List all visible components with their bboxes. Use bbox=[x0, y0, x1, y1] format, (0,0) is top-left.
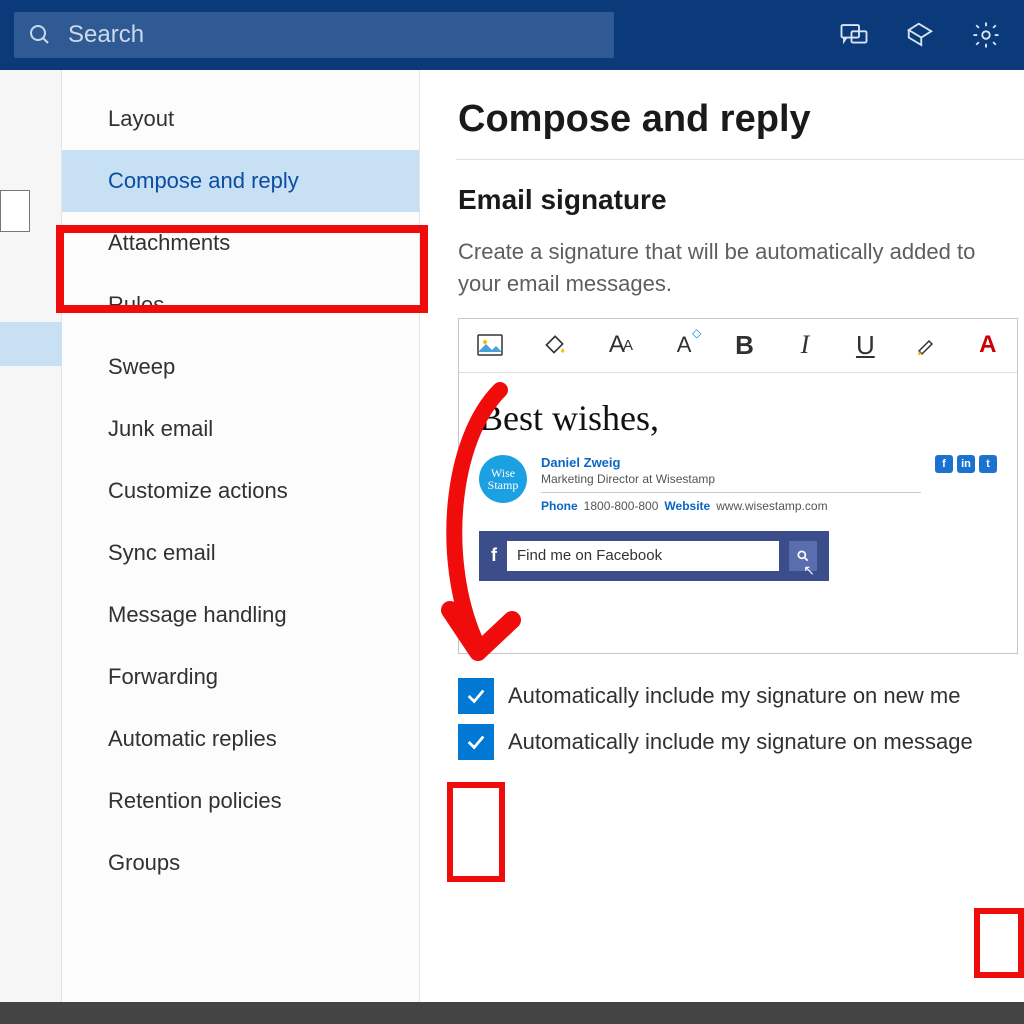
nav-item-groups[interactable]: Groups bbox=[62, 832, 419, 894]
phone-label: Phone bbox=[541, 499, 578, 513]
linkedin-icon[interactable]: in bbox=[957, 455, 975, 473]
nav-item-automatic-replies[interactable]: Automatic replies bbox=[62, 708, 419, 770]
signature-title: Marketing Director at Wisestamp bbox=[541, 472, 921, 486]
font-size-icon[interactable]: AA bbox=[605, 330, 635, 360]
nav-item-message-handling[interactable]: Message handling bbox=[62, 584, 419, 646]
search-input[interactable] bbox=[68, 21, 600, 49]
avatar: Wise Stamp bbox=[479, 455, 527, 503]
website-label: Website bbox=[664, 499, 710, 513]
underline-button[interactable]: U bbox=[854, 330, 876, 360]
facebook-f-icon: f bbox=[491, 545, 497, 566]
facebook-search-icon[interactable]: ↖ bbox=[789, 541, 817, 571]
signature-editor: AA A◇ B I U A Best wishes, Wise Stamp Da… bbox=[458, 318, 1018, 654]
page-title: Compose and reply bbox=[458, 98, 1024, 141]
editor-toolbar: AA A◇ B I U A bbox=[459, 319, 1017, 373]
section-heading: Email signature bbox=[458, 184, 1024, 216]
main-area: Layout Compose and reply Attachments Rul… bbox=[0, 70, 1024, 1002]
bottom-bar bbox=[0, 1002, 1024, 1024]
website-value: www.wisestamp.com bbox=[716, 499, 827, 513]
editor-body[interactable]: Best wishes, Wise Stamp Daniel Zweig Mar… bbox=[459, 373, 1017, 653]
nav-item-customize[interactable]: Customize actions bbox=[62, 460, 419, 522]
rail-selection[interactable] bbox=[0, 322, 62, 366]
search-box[interactable] bbox=[14, 12, 614, 58]
nav-item-junk[interactable]: Junk email bbox=[62, 398, 419, 460]
checkbox-row-1: Automatically include my signature on ne… bbox=[458, 678, 1024, 714]
nav-item-rules[interactable]: Rules bbox=[62, 274, 419, 336]
font-color-button[interactable]: A bbox=[977, 330, 999, 360]
checkbox-label-2: Automatically include my signature on me… bbox=[508, 729, 973, 755]
nav-item-attachments[interactable]: Attachments bbox=[62, 212, 419, 274]
top-bar bbox=[0, 0, 1024, 70]
back-button[interactable] bbox=[0, 190, 30, 232]
section-description: Create a signature that will be automati… bbox=[458, 236, 1024, 300]
insert-image-icon[interactable] bbox=[477, 330, 503, 360]
twitter-icon[interactable]: t bbox=[979, 455, 997, 473]
nav-item-sync[interactable]: Sync email bbox=[62, 522, 419, 584]
social-icons: f in t bbox=[935, 455, 997, 473]
divider bbox=[456, 159, 1024, 160]
cursor-icon: ↖ bbox=[803, 562, 815, 579]
nav-item-compose-reply[interactable]: Compose and reply bbox=[62, 150, 419, 212]
checkbox-reply-messages[interactable] bbox=[458, 724, 494, 760]
checkbox-label-1: Automatically include my signature on ne… bbox=[508, 683, 960, 709]
checkbox-new-messages[interactable] bbox=[458, 678, 494, 714]
nav-item-forwarding[interactable]: Forwarding bbox=[62, 646, 419, 708]
checkbox-row-2: Automatically include my signature on me… bbox=[458, 724, 1024, 760]
paint-bucket-icon[interactable] bbox=[541, 330, 567, 360]
settings-icon[interactable] bbox=[962, 11, 1010, 59]
content-pane: Compose and reply Email signature Create… bbox=[420, 70, 1024, 1002]
nav-item-sweep[interactable]: Sweep bbox=[62, 336, 419, 398]
facebook-banner-label: Find me on Facebook bbox=[507, 541, 779, 571]
left-rail bbox=[0, 70, 62, 1002]
highlight-icon[interactable] bbox=[915, 330, 939, 360]
settings-nav: Layout Compose and reply Attachments Rul… bbox=[62, 70, 420, 1002]
signature-name: Daniel Zweig bbox=[541, 455, 921, 470]
facebook-banner[interactable]: f Find me on Facebook ↖ bbox=[479, 531, 829, 581]
nav-item-layout[interactable]: Layout bbox=[62, 88, 419, 150]
clear-format-icon[interactable]: A◇ bbox=[673, 330, 695, 360]
bold-button[interactable]: B bbox=[733, 330, 755, 360]
signature-greeting: Best wishes, bbox=[479, 397, 997, 439]
phone-value: 1800-800-800 bbox=[584, 499, 659, 513]
facebook-icon[interactable]: f bbox=[935, 455, 953, 473]
tag-icon[interactable] bbox=[896, 11, 944, 59]
nav-item-retention[interactable]: Retention policies bbox=[62, 770, 419, 832]
italic-button[interactable]: I bbox=[794, 330, 816, 360]
chat-icon[interactable] bbox=[830, 11, 878, 59]
search-icon bbox=[28, 23, 52, 47]
